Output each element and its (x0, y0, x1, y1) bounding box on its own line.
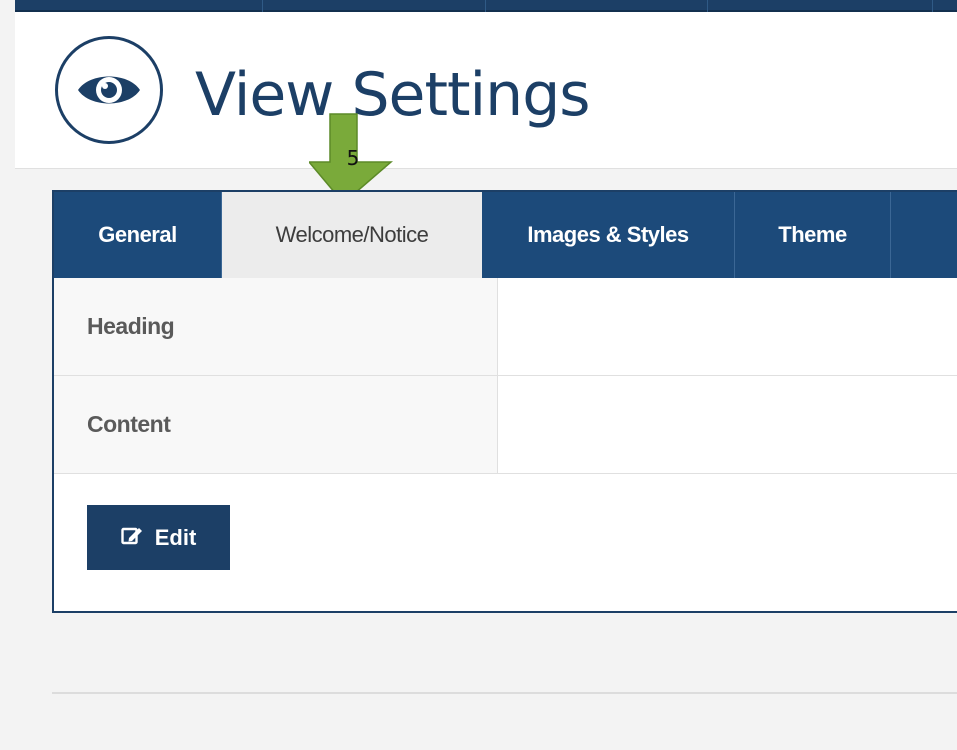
top-nav-separator (707, 0, 708, 12)
page: View Settings 5 General Welcome/Notice I… (0, 0, 957, 750)
settings-row-content: Content (54, 376, 957, 474)
settings-card: General Welcome/Notice Images & Styles T… (52, 190, 957, 613)
settings-tabs: General Welcome/Notice Images & Styles T… (54, 192, 957, 278)
tab-images-styles[interactable]: Images & Styles (482, 192, 735, 278)
footer-divider (52, 692, 957, 694)
edit-button-label: Edit (154, 524, 197, 550)
page-header: View Settings (15, 12, 957, 169)
eye-icon (55, 36, 163, 144)
edit-button[interactable]: Edit (87, 505, 230, 570)
row-label: Content (54, 376, 498, 473)
row-label: Heading (54, 278, 498, 375)
row-value (498, 278, 957, 375)
edit-icon (121, 525, 143, 551)
top-nav-separator (485, 0, 486, 12)
tab-welcome-notice[interactable]: Welcome/Notice (222, 192, 482, 278)
top-nav-separator (262, 0, 263, 12)
top-nav-separator (932, 0, 933, 12)
tab-general[interactable]: General (54, 192, 222, 278)
settings-row-heading: Heading (54, 278, 957, 376)
row-value (498, 376, 957, 473)
tab-theme[interactable]: Theme (735, 192, 891, 278)
step-number: 5 (346, 146, 360, 170)
top-nav-bar (15, 0, 957, 12)
